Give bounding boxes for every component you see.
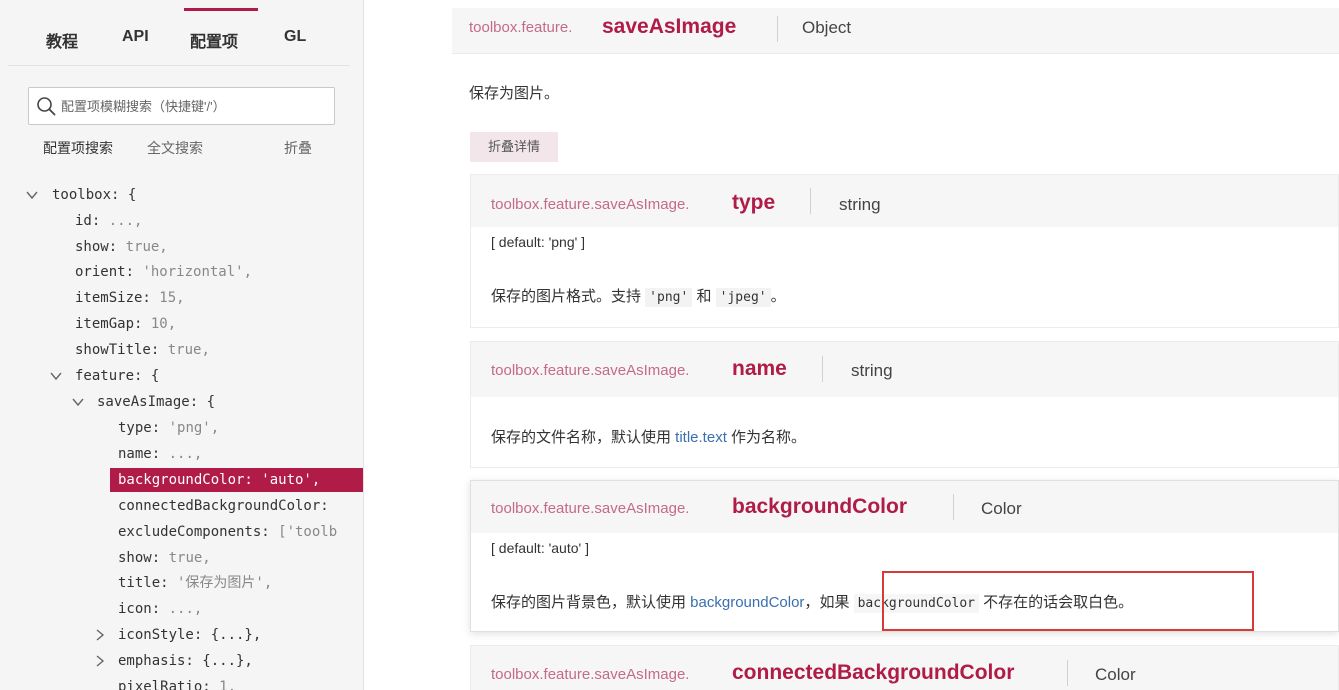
highlight-annotation-box — [882, 571, 1254, 631]
card-path: toolbox.feature.saveAsImage. — [491, 666, 690, 683]
search-input[interactable] — [61, 96, 329, 116]
option-description: 保存为图片。 — [469, 85, 560, 102]
option-search-mode[interactable]: 配置项搜索 — [43, 138, 113, 158]
fold-details-button[interactable]: 折叠详情 — [470, 132, 558, 162]
option-header: toolbox.feature. saveAsImage Object — [452, 8, 1339, 54]
search-icon — [37, 97, 56, 116]
card-header: toolbox.feature.saveAsImage. connectedBa… — [471, 646, 1338, 690]
card-type: string — [851, 361, 893, 380]
card-path: toolbox.feature.saveAsImage. — [491, 362, 690, 379]
code-png: 'png' — [645, 288, 693, 307]
tab-options[interactable]: 配置项 — [190, 28, 238, 52]
chevron-down-icon[interactable] — [70, 394, 86, 410]
tree-node-selected[interactable]: backgroundColor: 'auto', — [110, 468, 363, 492]
tree-node-saveasimage[interactable]: saveAsImage: { — [70, 390, 215, 414]
active-tab-indicator — [184, 8, 258, 11]
option-card-name: toolbox.feature.saveAsImage. name string… — [470, 341, 1339, 468]
card-type: string — [839, 195, 881, 214]
tree-node[interactable]: orient: 'horizontal', — [75, 260, 252, 284]
card-prop-name: name — [732, 357, 787, 380]
chevron-right-icon[interactable] — [92, 627, 108, 643]
chevron-right-icon[interactable] — [92, 653, 108, 669]
link-title-text[interactable]: title.text — [675, 429, 727, 446]
card-prop-name: backgroundColor — [732, 495, 908, 518]
tree-node[interactable]: show: true, — [75, 235, 168, 259]
tree-node[interactable]: name: ..., — [118, 442, 202, 466]
tree-node[interactable]: connectedBackgroundColor: — [118, 494, 329, 518]
tree-node[interactable]: type: 'png', — [118, 416, 219, 440]
fold-all-button[interactable]: 折叠 — [284, 138, 312, 158]
default-value: [ default: 'png' ] — [491, 234, 586, 250]
tree-node[interactable]: id: ..., — [75, 209, 142, 233]
chevron-down-icon[interactable] — [24, 187, 40, 203]
fulltext-search-mode[interactable]: 全文搜索 — [147, 138, 203, 158]
option-type: Object — [802, 18, 852, 37]
option-card-connectedbackgroundcolor: toolbox.feature.saveAsImage. connectedBa… — [470, 645, 1339, 690]
tree-node-iconstyle[interactable]: iconStyle: {...}, — [92, 623, 261, 647]
divider — [822, 356, 823, 382]
tree-node[interactable]: icon: ..., — [118, 597, 202, 621]
tree-node[interactable]: title: '保存为图片', — [118, 571, 272, 595]
link-backgroundcolor[interactable]: backgroundColor — [690, 594, 804, 611]
tree-node[interactable]: itemSize: 15, — [75, 286, 185, 310]
tree-node-emphasis[interactable]: emphasis: {...}, — [92, 649, 253, 673]
tree-node-toolbox[interactable]: toolbox: { — [26, 183, 136, 207]
tab-gl[interactable]: GL — [284, 28, 306, 46]
divider — [777, 16, 778, 42]
card-description: 保存的图片格式。支持 'png' 和 'jpeg'。 — [491, 288, 786, 307]
default-value: [ default: 'auto' ] — [491, 540, 589, 556]
card-prop-name: connectedBackgroundColor — [732, 661, 1015, 684]
tree-node[interactable]: show: true, — [118, 546, 211, 570]
card-type: Color — [1095, 665, 1136, 684]
card-type: Color — [981, 499, 1022, 518]
sidebar: 教程 API 配置项 GL 配置项搜索 全文搜索 折叠 toolbox: { i… — [0, 0, 364, 690]
card-header: toolbox.feature.saveAsImage. name string — [471, 342, 1338, 397]
card-path: toolbox.feature.saveAsImage. — [491, 196, 690, 213]
search-box — [28, 87, 335, 125]
divider — [1067, 660, 1068, 686]
card-header: toolbox.feature.saveAsImage. type string — [471, 175, 1338, 227]
divider — [810, 188, 811, 214]
divider — [953, 494, 954, 520]
tree-node-feature[interactable]: feature: { — [48, 364, 159, 388]
card-prop-name: type — [732, 191, 776, 214]
tree-node[interactable]: pixelRatio: 1, — [118, 675, 236, 690]
card-header: toolbox.feature.saveAsImage. backgroundC… — [471, 481, 1338, 533]
card-description: 保存的文件名称，默认使用 title.text 作为名称。 — [491, 429, 807, 446]
tree-node[interactable]: showTitle: true, — [75, 338, 210, 362]
tab-tutorial[interactable]: 教程 — [46, 28, 78, 52]
option-card-type: toolbox.feature.saveAsImage. type string… — [470, 174, 1339, 328]
doc-content: toolbox.feature. saveAsImage Object 保存为图… — [432, 0, 1339, 690]
tab-api[interactable]: API — [122, 28, 149, 46]
code-jpeg: 'jpeg' — [715, 288, 771, 307]
nav-tabs: 教程 API 配置项 GL — [8, 8, 350, 66]
option-path: toolbox.feature. — [469, 19, 573, 36]
card-path: toolbox.feature.saveAsImage. — [491, 500, 690, 517]
tree-node[interactable]: excludeComponents: ['toolb — [118, 520, 337, 544]
chevron-down-icon[interactable] — [48, 368, 64, 384]
option-name: saveAsImage — [602, 15, 737, 38]
tree-node[interactable]: itemGap: 10, — [75, 312, 176, 336]
